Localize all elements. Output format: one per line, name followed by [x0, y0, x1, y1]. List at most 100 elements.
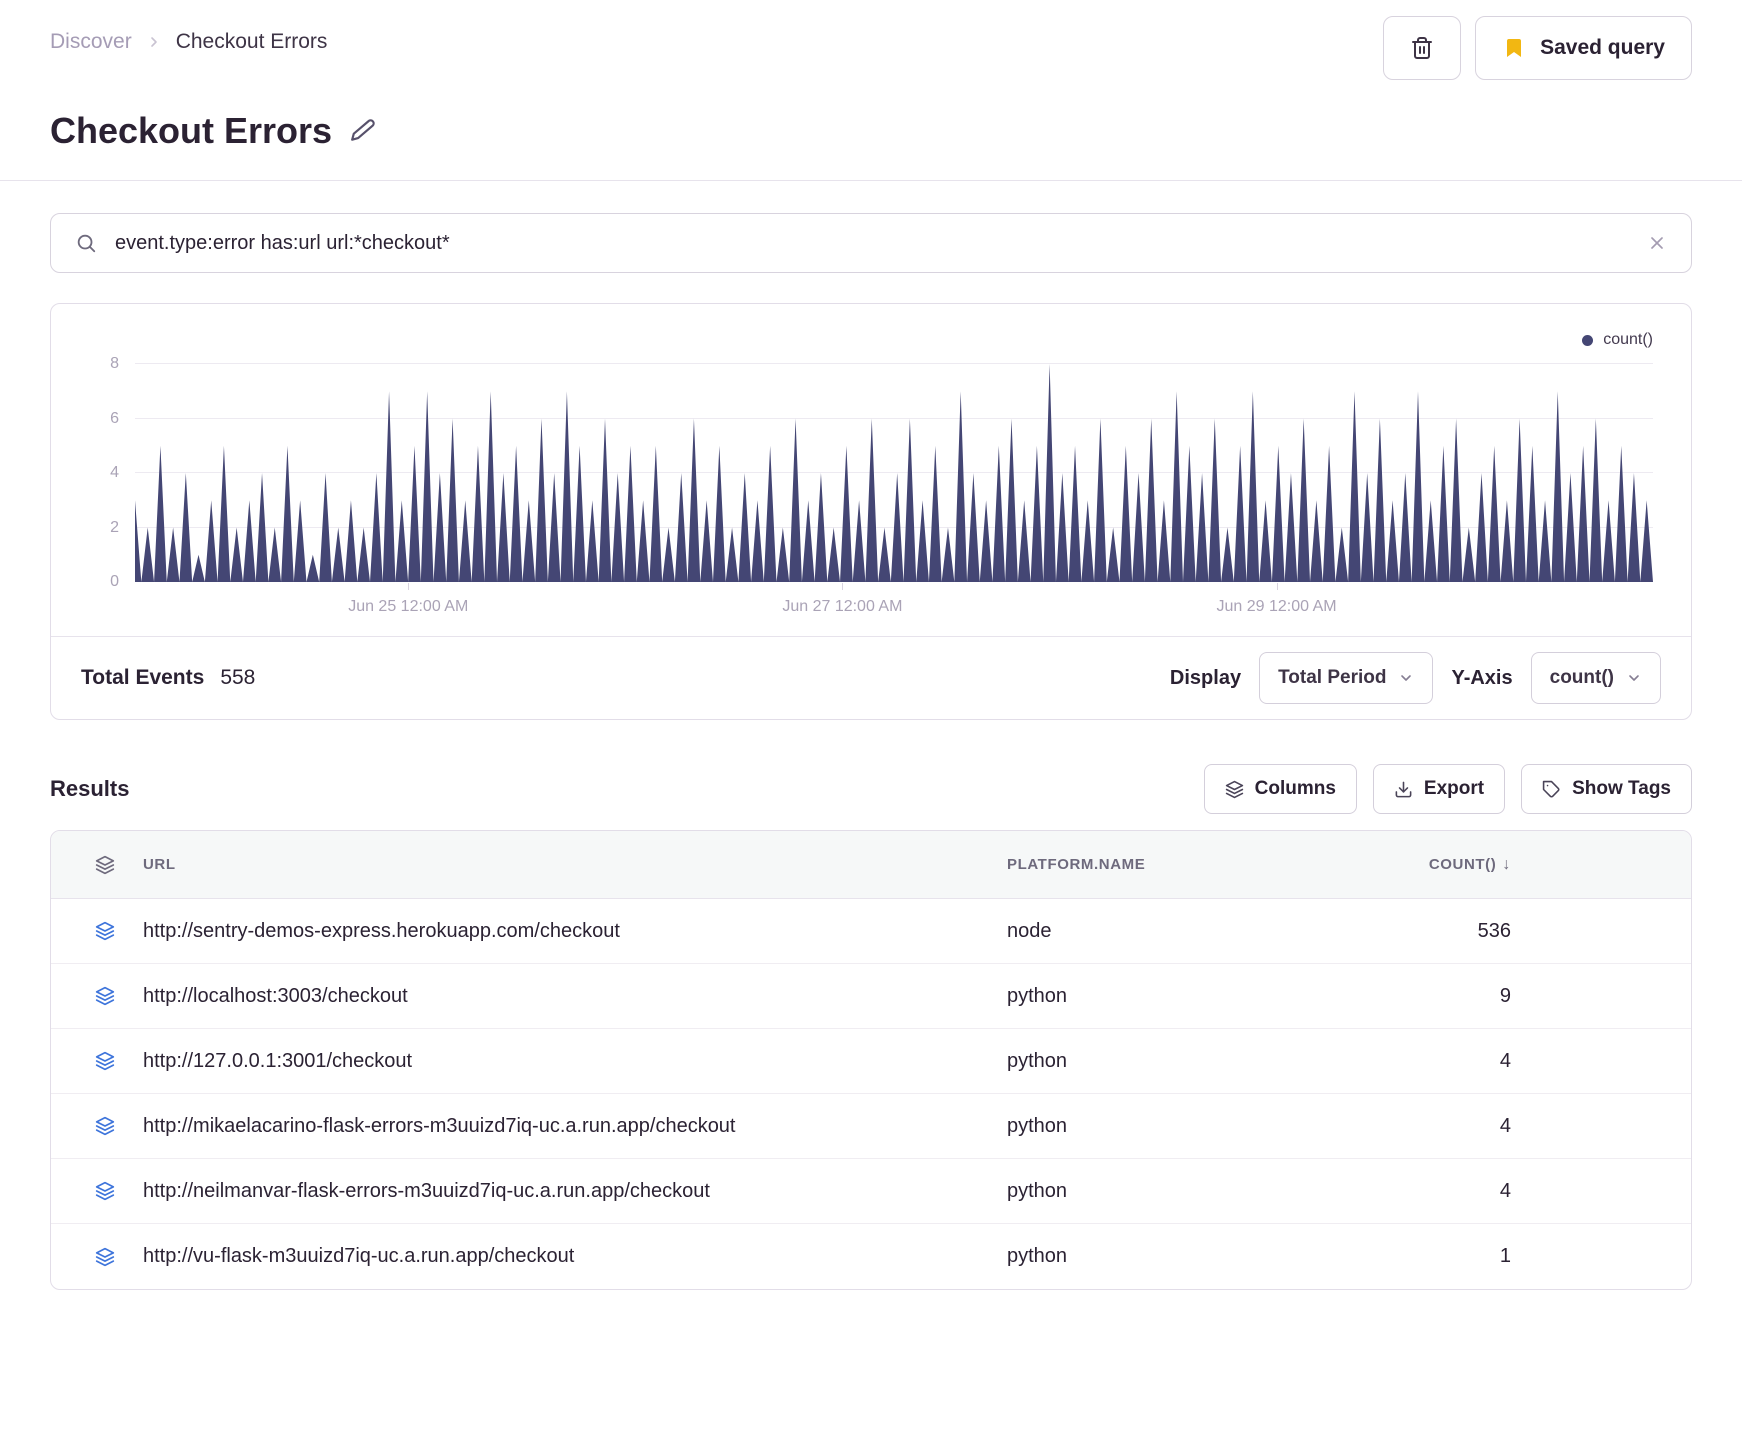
sort-desc-icon: ↓ [1502, 855, 1511, 873]
table-row[interactable]: http://mikaelacarino-flask-errors-m3uuiz… [51, 1094, 1691, 1159]
x-tick-mark [842, 583, 844, 590]
tag-icon [1542, 780, 1561, 799]
result-platform: python [1007, 1245, 1068, 1267]
layers-icon[interactable] [95, 1116, 143, 1136]
layers-icon[interactable] [95, 1181, 143, 1201]
columns-button[interactable]: Columns [1203, 764, 1357, 814]
column-header-count[interactable]: COUNT() ↓ [1391, 856, 1511, 874]
result-platform: python [1007, 1114, 1068, 1137]
table-row[interactable]: http://localhost:3003/checkout python 9 [51, 964, 1691, 1029]
chart-legend: count() [81, 328, 1653, 352]
search-input[interactable] [115, 231, 1629, 255]
chart-plot[interactable] [135, 363, 1653, 582]
yaxis-dropdown[interactable]: count() [1530, 652, 1661, 704]
total-events-value: 558 [220, 666, 256, 689]
display-value: Total Period [1278, 667, 1387, 688]
chevron-down-icon [1626, 670, 1642, 686]
y-tick-label: 0 [110, 573, 119, 590]
results-table: URL PLATFORM.NAME COUNT() ↓ http://sentr… [50, 830, 1692, 1290]
top-bar: Discover Checkout Errors Saved query [50, 0, 1692, 80]
top-bar-actions: Saved query [1383, 16, 1692, 80]
x-tick-mark [1276, 583, 1278, 590]
table-row[interactable]: http://vu-flask-m3uuizd7iq-uc.a.run.app/… [51, 1224, 1691, 1289]
result-platform: python [1007, 984, 1068, 1007]
trash-icon [1410, 36, 1434, 60]
export-button[interactable]: Export [1372, 764, 1506, 814]
results-header-row: Results Columns Export Show Tags [50, 764, 1692, 814]
table-row[interactable]: http://neilmanvar-flask-errors-m3uuizd7i… [51, 1159, 1691, 1224]
count-header-label: COUNT() [1428, 856, 1497, 873]
close-icon[interactable] [1647, 233, 1667, 253]
result-url[interactable]: http://vu-flask-m3uuizd7iq-uc.a.run.app/… [143, 1245, 1007, 1268]
breadcrumb-current: Checkout Errors [175, 30, 328, 53]
y-tick-label: 4 [110, 464, 119, 481]
table-header: URL PLATFORM.NAME COUNT() ↓ [51, 831, 1691, 899]
layers-icon [1225, 780, 1244, 799]
table-row[interactable]: http://sentry-demos-express.herokuapp.co… [51, 899, 1691, 964]
x-tick-label: Jun 25 12:00 AM [348, 598, 469, 615]
breadcrumb-discover[interactable]: Discover [50, 30, 132, 54]
show-tags-button-label: Show Tags [1572, 778, 1671, 799]
result-platform: node [1007, 919, 1052, 942]
layers-icon[interactable] [95, 1247, 143, 1267]
result-url[interactable]: http://localhost:3003/checkout [143, 985, 1007, 1008]
download-icon [1394, 780, 1413, 799]
result-count: 9 [1499, 984, 1511, 1007]
layers-icon[interactable] [95, 921, 143, 941]
legend-label: count() [1603, 331, 1653, 348]
results-heading: Results [50, 776, 130, 801]
search-icon [75, 232, 97, 254]
result-count: 4 [1499, 1049, 1511, 1072]
title-row: Checkout Errors [50, 110, 1692, 180]
header-layers-icon[interactable] [95, 855, 143, 875]
y-tick-label: 2 [110, 518, 119, 536]
column-header-platform[interactable]: PLATFORM.NAME [1007, 856, 1391, 873]
yaxis-label: Y-Axis [1451, 666, 1513, 689]
delete-query-button[interactable] [1383, 16, 1462, 80]
y-tick-label: 8 [110, 355, 119, 372]
chart-card: count() 0 2 4 6 8 Jun 25 12:00 AM Jun 27 12:0… [50, 303, 1692, 720]
y-tick-label: 6 [110, 409, 119, 427]
result-count: 4 [1499, 1179, 1511, 1202]
chevron-down-icon [1398, 670, 1414, 686]
legend-dot [1582, 334, 1594, 346]
result-url[interactable]: http://sentry-demos-express.herokuapp.co… [143, 920, 1007, 943]
export-button-label: Export [1423, 778, 1485, 799]
result-platform: python [1007, 1049, 1068, 1072]
display-label: Display [1169, 666, 1242, 689]
layers-icon[interactable] [95, 1051, 143, 1071]
x-tick-mark [408, 583, 410, 590]
chevron-right-icon [146, 34, 162, 50]
chart-area-svg [135, 364, 1653, 582]
results-table-body: http://sentry-demos-express.herokuapp.co… [51, 899, 1691, 1289]
chart-x-axis: Jun 25 12:00 AM Jun 27 12:00 AM Jun 29 12:… [135, 582, 1653, 636]
edit-title-button[interactable] [350, 118, 376, 144]
display-dropdown[interactable]: Total Period [1259, 652, 1434, 704]
result-platform: python [1007, 1179, 1068, 1202]
header-divider [0, 180, 1742, 181]
x-tick-label: Jun 29 12:00 AM [1216, 598, 1337, 615]
saved-query-button[interactable]: Saved query [1475, 16, 1692, 80]
saved-query-label: Saved query [1540, 36, 1665, 59]
chart-area-path [135, 364, 1653, 582]
show-tags-button[interactable]: Show Tags [1521, 764, 1692, 814]
result-url[interactable]: http://neilmanvar-flask-errors-m3uuizd7i… [143, 1180, 1007, 1203]
table-row[interactable]: http://127.0.0.1:3001/checkout python 4 [51, 1029, 1691, 1094]
result-url[interactable]: http://127.0.0.1:3001/checkout [143, 1050, 1007, 1073]
breadcrumb: Discover Checkout Errors [50, 16, 327, 54]
bookmark-icon [1502, 36, 1526, 60]
search-bar [50, 213, 1692, 273]
result-count: 4 [1499, 1114, 1511, 1137]
layers-icon[interactable] [95, 986, 143, 1006]
yaxis-value: count() [1549, 667, 1614, 688]
result-url[interactable]: http://mikaelacarino-flask-errors-m3uuiz… [143, 1115, 1007, 1138]
page-title: Checkout Errors [50, 110, 333, 151]
chart-y-axis: 0 2 4 6 8 [81, 355, 135, 590]
result-count: 1 [1499, 1245, 1511, 1267]
column-header-url[interactable]: URL [143, 856, 1007, 873]
pencil-icon [350, 118, 376, 144]
result-count: 536 [1477, 919, 1511, 942]
columns-button-label: Columns [1254, 778, 1336, 799]
x-tick-label: Jun 27 12:00 AM [782, 598, 903, 615]
total-events-label: Total Events [81, 666, 205, 689]
